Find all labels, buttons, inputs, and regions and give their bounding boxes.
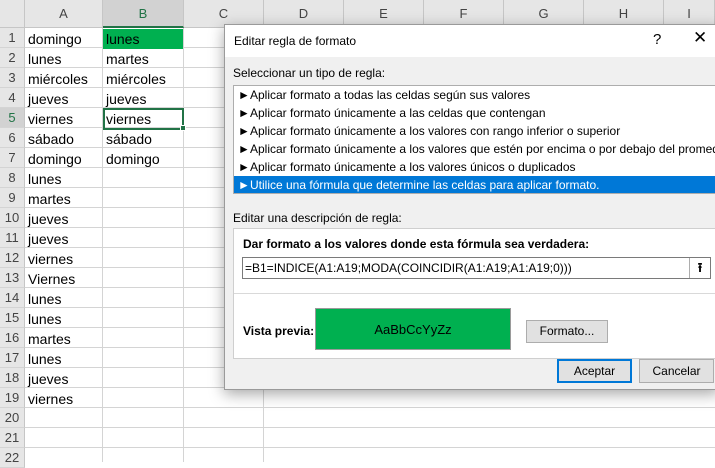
formula-input[interactable]: =B1=INDICE(A1:A19;MODA(COINCIDIR(A1:A19;… (242, 257, 711, 279)
row-header[interactable]: 22 (0, 448, 25, 468)
cell-b[interactable]: martes (103, 49, 183, 69)
row-header[interactable]: 15 (0, 308, 25, 328)
fill-handle[interactable] (180, 125, 186, 131)
cell-a[interactable]: miércoles (25, 69, 103, 89)
row-header[interactable]: 9 (0, 188, 25, 208)
rule-type-label: Aplicar formato únicamente a las celdas … (250, 106, 546, 120)
row-header[interactable]: 19 (0, 388, 25, 408)
rule-type-option[interactable]: ►Aplicar formato únicamente a los valore… (234, 122, 715, 140)
row-header[interactable]: 7 (0, 148, 25, 168)
cell-a[interactable]: domingo (25, 29, 103, 49)
cell-a[interactable]: lunes (25, 169, 103, 189)
column-header-b[interactable]: B (103, 0, 184, 28)
row-header[interactable]: 11 (0, 228, 25, 248)
row-header[interactable]: 21 (0, 428, 25, 448)
rule-type-option[interactable]: ►Aplicar formato únicamente a las celdas… (234, 104, 715, 122)
cell-a[interactable]: jueves (25, 209, 103, 229)
row-header[interactable]: 2 (0, 48, 25, 68)
arrow-icon: ► (238, 106, 250, 120)
arrow-icon: ► (238, 178, 250, 192)
rule-type-label: Utilice una fórmula que determine las ce… (250, 178, 600, 192)
row-header[interactable]: 14 (0, 288, 25, 308)
cancel-button[interactable]: Cancelar (639, 359, 714, 383)
cell-a[interactable]: martes (25, 329, 103, 349)
cell-a[interactable]: domingo (25, 149, 103, 169)
formula-value: =B1=INDICE(A1:A19;MODA(COINCIDIR(A1:A19;… (245, 261, 572, 275)
cell-a[interactable]: jueves (25, 229, 103, 249)
ok-button[interactable]: Aceptar (557, 359, 632, 383)
arrow-icon: ► (238, 88, 250, 102)
rule-type-option[interactable]: ►Aplicar formato a todas las celdas segú… (234, 86, 715, 104)
active-cell[interactable] (103, 108, 184, 130)
rule-type-label: Aplicar formato únicamente a los valores… (250, 160, 576, 174)
cell-b[interactable]: sábado (103, 129, 183, 149)
row-header[interactable]: 20 (0, 408, 25, 428)
row-header[interactable]: 3 (0, 68, 25, 88)
dialog-title-bar: Editar regla de formato ? ✕ (225, 25, 715, 57)
row-header[interactable]: 10 (0, 208, 25, 228)
cell-b[interactable]: domingo (103, 149, 183, 169)
rule-type-label: Aplicar formato a todas las celdas según… (250, 88, 531, 102)
arrow-icon: ► (238, 124, 250, 138)
preview-text: AaBbCcYyZz (374, 321, 452, 337)
preview-label: Vista previa: (243, 324, 315, 338)
cell-b-highlighted[interactable]: lunes (103, 29, 183, 49)
cell-a[interactable]: viernes (25, 109, 103, 129)
row-header[interactable]: 8 (0, 168, 25, 188)
close-icon[interactable]: ✕ (693, 28, 707, 48)
format-button[interactable]: Formato... (526, 320, 608, 343)
select-rule-type-label: Seleccionar un tipo de regla: (233, 66, 386, 80)
cell-a[interactable]: Viernes (25, 269, 103, 289)
cell-a[interactable]: viernes (25, 389, 103, 409)
row-header[interactable]: 12 (0, 248, 25, 268)
select-all-corner[interactable] (0, 0, 25, 28)
collapse-dialog-icon[interactable]: ⭱ (689, 258, 710, 278)
formula-label: Dar formato a los valores donde esta fór… (243, 237, 590, 251)
help-icon[interactable]: ? (653, 31, 661, 48)
rule-type-option[interactable]: ►Aplicar formato únicamente a los valore… (234, 140, 715, 158)
cell-a[interactable]: viernes (25, 249, 103, 269)
row-header[interactable]: 5 (0, 108, 25, 128)
cell-a[interactable]: martes (25, 189, 103, 209)
cell-a[interactable]: lunes (25, 49, 103, 69)
arrow-icon: ► (238, 160, 250, 174)
row-header[interactable]: 18 (0, 368, 25, 388)
rule-type-list[interactable]: ►Aplicar formato a todas las celdas segú… (233, 85, 715, 194)
format-preview: AaBbCcYyZz (315, 308, 511, 350)
rule-type-label: Aplicar formato únicamente a los valores… (250, 142, 715, 156)
rule-type-option[interactable]: ►Utilice una fórmula que determine las c… (234, 176, 715, 193)
row-header[interactable]: 16 (0, 328, 25, 348)
row-header[interactable]: 6 (0, 128, 25, 148)
cell-a[interactable]: jueves (25, 369, 103, 389)
column-header-a[interactable]: A (25, 0, 103, 28)
rule-type-option[interactable]: ►Aplicar formato únicamente a los valore… (234, 158, 715, 176)
cell-a[interactable]: lunes (25, 309, 103, 329)
cell-b[interactable]: miércoles (103, 69, 183, 89)
row-header[interactable]: 17 (0, 348, 25, 368)
rule-description-panel: Dar formato a los valores donde esta fór… (233, 228, 715, 359)
arrow-icon: ► (238, 142, 250, 156)
dialog-title: Editar regla de formato (234, 34, 357, 48)
edit-format-rule-dialog: Editar regla de formato ? ✕ Seleccionar … (224, 24, 715, 390)
cell-a[interactable]: jueves (25, 89, 103, 109)
cell-a[interactable]: lunes (25, 289, 103, 309)
row-header[interactable]: 1 (0, 28, 25, 48)
edit-description-label: Editar una descripción de regla: (233, 211, 402, 225)
cell-b[interactable]: jueves (103, 89, 183, 109)
row-header[interactable]: 4 (0, 88, 25, 108)
cell-a[interactable]: sábado (25, 129, 103, 149)
row-header[interactable]: 13 (0, 268, 25, 288)
rule-type-label: Aplicar formato únicamente a los valores… (250, 124, 621, 138)
cell-a[interactable]: lunes (25, 349, 103, 369)
